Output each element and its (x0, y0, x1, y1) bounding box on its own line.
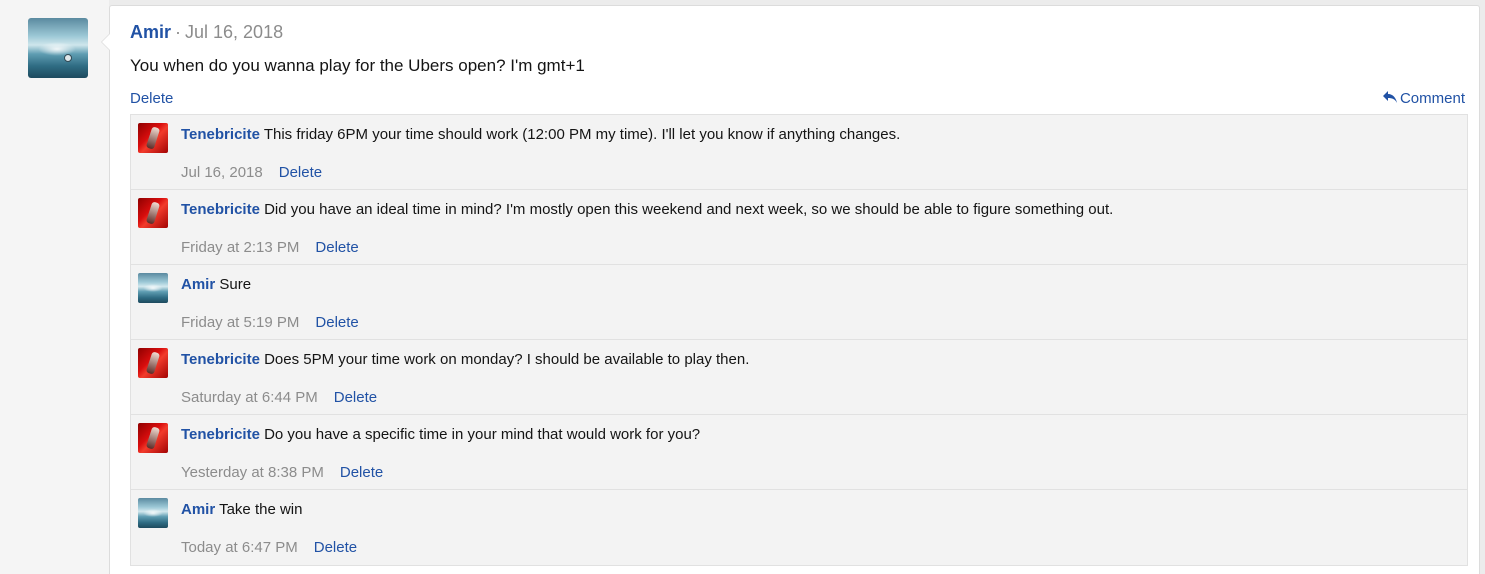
comment-item: Tenebricite This friday 6PM your time sh… (131, 115, 1467, 190)
profile-post-card: Amir · Jul 16, 2018 You when do you wanna … (109, 5, 1480, 574)
comment-delete-link[interactable]: Delete (279, 164, 322, 181)
avatar-decoration (145, 201, 161, 225)
comment-list: Tenebricite This friday 6PM your time sh… (130, 114, 1468, 566)
comment-date[interactable]: Saturday at 6:44 PM (181, 389, 318, 406)
comment-delete-link[interactable]: Delete (314, 539, 357, 556)
comment-body: Amir Sure (181, 276, 251, 293)
comment-author-link[interactable]: Amir (181, 501, 215, 518)
comment-text: Did you have an ideal time in mind? I'm … (264, 201, 1114, 218)
comment-text: Does 5PM your time work on monday? I sho… (264, 351, 750, 368)
comment-date[interactable]: Today at 6:47 PM (181, 539, 298, 556)
comment-avatar[interactable] (138, 498, 168, 528)
comment-avatar[interactable] (138, 423, 168, 453)
comment-delete-link[interactable]: Delete (315, 314, 358, 331)
comment-delete-link[interactable]: Delete (334, 389, 377, 406)
comment-body: Tenebricite Do you have a specific time … (181, 426, 700, 443)
post-message: You when do you wanna play for the Ubers… (130, 56, 585, 75)
comment-body: Tenebricite This friday 6PM your time sh… (181, 126, 900, 143)
comment-item: Tenebricite Do you have a specific time … (131, 415, 1467, 490)
post-author-link[interactable]: Amir (130, 22, 171, 42)
post-date[interactable]: Jul 16, 2018 (185, 22, 283, 42)
comment-avatar[interactable] (138, 348, 168, 378)
comment-date[interactable]: Jul 16, 2018 (181, 164, 263, 181)
comment-date[interactable]: Friday at 5:19 PM (181, 314, 299, 331)
avatar-decoration (145, 426, 161, 450)
comment-date[interactable]: Friday at 2:13 PM (181, 239, 299, 256)
comment-label: Comment (1399, 90, 1465, 107)
avatar-decoration (143, 509, 163, 517)
comment-meta: Yesterday at 8:38 PM Delete (181, 464, 383, 481)
comment-author-link[interactable]: Tenebricite (181, 426, 260, 443)
comment-item: Amir Take the win Today at 6:47 PM Delete (131, 490, 1467, 565)
avatar-decoration (64, 54, 72, 62)
comment-meta: Friday at 2:13 PM Delete (181, 239, 359, 256)
comment-avatar[interactable] (138, 273, 168, 303)
reply-arrow-icon (1382, 91, 1397, 103)
comment-item: Tenebricite Did you have an ideal time i… (131, 190, 1467, 265)
comment-text: Do you have a specific time in your mind… (264, 426, 701, 443)
comment-author-link[interactable]: Tenebricite (181, 126, 260, 143)
comment-body: Tenebricite Does 5PM your time work on m… (181, 351, 749, 368)
card-pointer-inner (102, 33, 111, 51)
comment-author-link[interactable]: Amir (181, 276, 215, 293)
comment-avatar[interactable] (138, 198, 168, 228)
avatar-decoration (143, 284, 163, 292)
comment-meta: Friday at 5:19 PM Delete (181, 314, 359, 331)
comment-text: Take the win (219, 501, 303, 518)
comment-item: Tenebricite Does 5PM your time work on m… (131, 340, 1467, 415)
comment-meta: Jul 16, 2018 Delete (181, 164, 322, 181)
comment-text: Sure (219, 276, 252, 293)
comment-author-link[interactable]: Tenebricite (181, 351, 260, 368)
comment-body: Tenebricite Did you have an ideal time i… (181, 201, 1113, 218)
comment-meta: Saturday at 6:44 PM Delete (181, 389, 377, 406)
comment-delete-link[interactable]: Delete (315, 239, 358, 256)
comment-author-link[interactable]: Tenebricite (181, 201, 260, 218)
post-comment-link[interactable]: Comment (1382, 90, 1465, 107)
comment-meta: Today at 6:47 PM Delete (181, 539, 357, 556)
avatar-decoration (145, 126, 161, 150)
post-delete-link[interactable]: Delete (130, 90, 173, 107)
comment-date[interactable]: Yesterday at 8:38 PM (181, 464, 324, 481)
comment-avatar[interactable] (138, 123, 168, 153)
comment-item: Amir Sure Friday at 5:19 PM Delete (131, 265, 1467, 340)
profile-sidebar (0, 0, 109, 574)
comment-delete-link[interactable]: Delete (340, 464, 383, 481)
header-separator: · (175, 22, 182, 42)
amir-avatar[interactable] (28, 18, 88, 78)
comment-text: This friday 6PM your time should work (1… (263, 126, 901, 143)
comment-body: Amir Take the win (181, 501, 302, 518)
post-header: Amir · Jul 16, 2018 (130, 22, 283, 43)
avatar-decoration (145, 351, 161, 375)
